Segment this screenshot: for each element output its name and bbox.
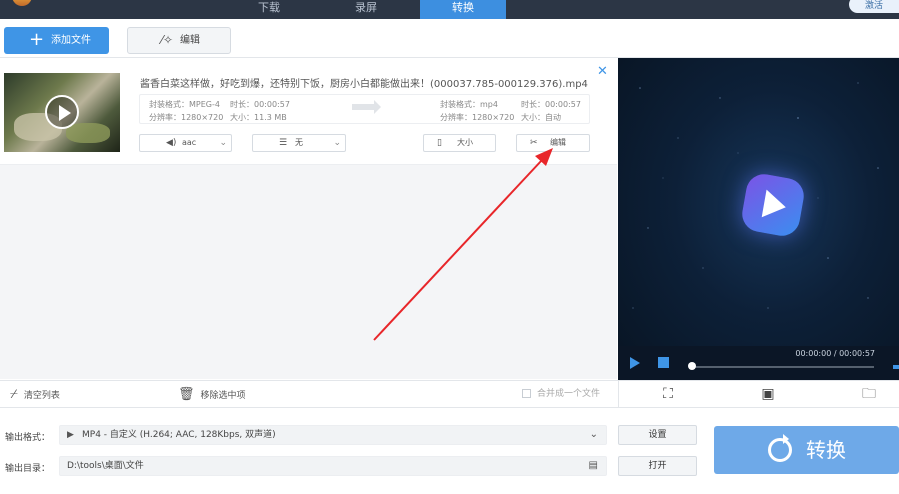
tab-convert[interactable]: 转换	[420, 0, 506, 19]
volume-indicator[interactable]	[893, 365, 899, 369]
magic-wand-icon: ⁄✧	[161, 33, 174, 47]
output-format-select[interactable]: ▶ MP4 - 自定义 (H.264; AAC, 128Kbps, 双声道) ⌄	[59, 425, 607, 445]
item-edit-label: 编辑	[550, 138, 566, 147]
convert-label: 转换	[806, 438, 846, 462]
output-format-label: 输出格式：	[5, 433, 51, 443]
edit-label: 编辑	[180, 35, 200, 46]
folder-icon[interactable]: 🗀	[860, 386, 878, 402]
trash-icon: 🗑	[178, 387, 195, 402]
chevron-down-icon: ⌄	[219, 138, 227, 148]
chevron-down-icon: ⌄	[333, 138, 341, 148]
play-icon[interactable]	[45, 95, 79, 129]
list-action-bar: ⌿ 清空列表 🗑 移除选中项 合并成一个文件 ⛶ ▣ 🗀	[0, 380, 899, 408]
screenshot-icon[interactable]: ▣	[759, 386, 777, 402]
scissors-icon: ✂	[530, 138, 538, 148]
video-preview[interactable]: 00:00:00 / 00:00:57	[618, 58, 899, 380]
video-thumbnail[interactable]	[4, 73, 120, 152]
remove-selected-button[interactable]: 🗑 移除选中项	[178, 381, 246, 408]
convert-button[interactable]: 转换	[714, 426, 899, 474]
audio-track-select[interactable]: ◀) aac ⌄	[139, 134, 232, 152]
plus-icon: +	[29, 29, 45, 50]
tab-download[interactable]: 下载	[226, 0, 312, 19]
refresh-icon	[768, 434, 792, 462]
speaker-icon: ◀)	[166, 138, 177, 148]
audio-track-value: aac	[182, 138, 197, 147]
fullscreen-icon[interactable]: ⛶	[659, 386, 677, 402]
source-resolution: 分辨率：1280×720	[149, 113, 224, 122]
output-settings: 输出格式： ▶ MP4 - 自定义 (H.264; AAC, 128Kbps, …	[0, 408, 899, 494]
player-controls: 00:00:00 / 00:00:57	[618, 346, 899, 380]
remove-file-icon[interactable]: ✕	[597, 64, 608, 79]
progress-track[interactable]	[690, 366, 874, 368]
add-file-label: 添加文件	[51, 35, 91, 46]
target-format: 封装格式：mp4	[440, 100, 498, 109]
browse-folder-icon[interactable]: ▤	[589, 457, 598, 475]
size-label: 大小	[457, 138, 473, 147]
source-size: 大小：11.3 MB	[230, 113, 287, 122]
activate-button[interactable]: 激活	[849, 0, 899, 13]
open-folder-button[interactable]: 打开	[618, 456, 697, 476]
settings-button[interactable]: 设置	[618, 425, 697, 445]
divider	[618, 381, 619, 408]
video-file-icon: ▶	[67, 430, 74, 440]
top-nav-bar: 下载 录屏 转换 激活	[0, 0, 899, 19]
app-logo	[12, 0, 32, 6]
output-dir-field[interactable]: D:\tools\桌面\文件 ▤	[59, 456, 607, 476]
merge-files-checkbox[interactable]: 合并成一个文件	[522, 381, 600, 408]
file-info-box: 封装格式：MPEG-4 时长：00:00:57 分辨率：1280×720 大小：…	[139, 94, 590, 124]
file-list: 酱香白菜这样做，好吃到爆，还特别下饭，厨房小白都能做出来！(000037.785…	[0, 58, 617, 379]
output-format-value: MP4 - 自定义 (H.264; AAC, 128Kbps, 双声道)	[82, 430, 276, 440]
chevron-down-icon: ⌄	[589, 429, 598, 440]
subtitle-select[interactable]: ☰ 无 ⌄	[252, 134, 346, 152]
subtitle-value: 无	[295, 138, 303, 147]
output-dir-value: D:\tools\桌面\文件	[67, 461, 144, 471]
clear-list-label: 清空列表	[23, 391, 60, 401]
broom-icon: ⌿	[10, 387, 18, 402]
target-size: 大小：自动	[521, 113, 561, 122]
target-duration: 时长：00:00:57	[521, 100, 581, 109]
file-item[interactable]: 酱香白菜这样做，好吃到爆，还特别下饭，厨房小白都能做出来！(000037.785…	[0, 58, 617, 165]
source-duration: 时长：00:00:57	[230, 100, 290, 109]
clear-list-button[interactable]: ⌿ 清空列表	[10, 381, 60, 408]
play-button-icon[interactable]	[630, 357, 640, 369]
source-format: 封装格式：MPEG-4	[149, 100, 220, 109]
target-resolution: 分辨率：1280×720	[440, 113, 515, 122]
item-edit-button[interactable]: ✂ 编辑	[516, 134, 590, 152]
size-button[interactable]: ▯ 大小	[423, 134, 496, 152]
playback-time: 00:00:00 / 00:00:57	[795, 349, 875, 358]
file-icon: ▯	[437, 138, 442, 148]
progress-knob[interactable]	[688, 362, 696, 370]
tab-record[interactable]: 录屏	[323, 0, 409, 19]
subtitle-icon: ☰	[279, 138, 288, 148]
convert-arrow-icon	[352, 100, 381, 114]
remove-selected-label: 移除选中项	[200, 391, 246, 401]
add-file-button[interactable]: + 添加文件	[4, 27, 109, 54]
edit-button[interactable]: ⁄✧ 编辑	[127, 27, 231, 54]
checkbox[interactable]	[522, 389, 531, 398]
merge-label: 合并成一个文件	[537, 389, 601, 399]
stop-button-icon[interactable]	[658, 357, 669, 368]
toolbar: + 添加文件 ⁄✧ 编辑	[0, 19, 899, 58]
file-name: 酱香白菜这样做，好吃到爆，还特别下饭，厨房小白都能做出来！(000037.785…	[140, 79, 588, 90]
output-dir-label: 输出目录：	[5, 464, 51, 474]
